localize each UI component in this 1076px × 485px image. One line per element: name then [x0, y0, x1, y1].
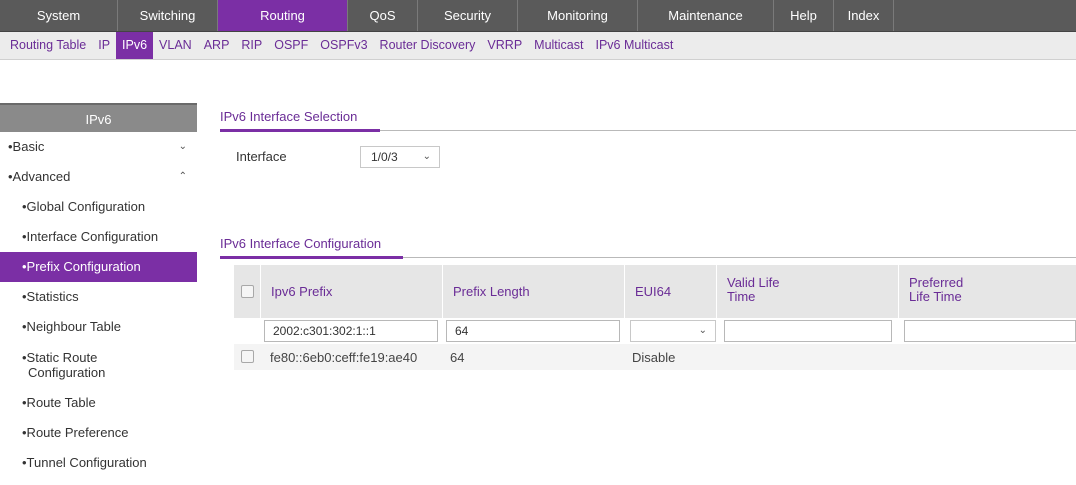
subnav-ipv6-multicast[interactable]: IPv6 Multicast: [589, 32, 679, 59]
subnav-rip[interactable]: RIP: [235, 32, 268, 59]
interface-select[interactable]: 1/0/3 ⌄: [360, 146, 440, 168]
sidebar-item-statistics[interactable]: •Statistics: [0, 282, 197, 312]
subnav-ospf[interactable]: OSPF: [268, 32, 314, 59]
prefix-length-input[interactable]: [446, 320, 620, 342]
sidebar-item-basic[interactable]: •Basic ⌄: [0, 132, 197, 162]
chevron-up-icon: ⌃: [178, 171, 187, 182]
header-eui64: EUI64: [624, 265, 716, 318]
header-label: Ipv6 Prefix: [271, 284, 333, 299]
subnav-router-discovery[interactable]: Router Discovery: [374, 32, 482, 59]
chevron-down-icon: ⌄: [422, 151, 431, 162]
nav-qos[interactable]: QoS: [348, 0, 418, 31]
eui64-select[interactable]: ⌄: [630, 320, 716, 342]
sidebar-item-global-configuration[interactable]: •Global Configuration: [0, 192, 197, 222]
nav-switching[interactable]: Switching: [118, 0, 218, 31]
interface-selection-title: IPv6 Interface Selection: [220, 109, 358, 124]
header-select-cell: [234, 265, 260, 318]
section-accent-bar: [220, 129, 380, 132]
subnav-ip[interactable]: IP: [92, 32, 116, 59]
sidebar-item-label: •Basic: [8, 139, 45, 154]
interface-label: Interface: [236, 149, 287, 164]
sidebar: IPv6 •Basic ⌄ •Advanced ⌃ •Global Config…: [0, 103, 197, 478]
subnav-ospfv3[interactable]: OSPFv3: [314, 32, 373, 59]
header-label-line1: Preferred: [909, 275, 964, 290]
subnav-vrrp[interactable]: VRRP: [481, 32, 528, 59]
header-label-line1: Valid Life: [727, 275, 780, 290]
nav-system[interactable]: System: [0, 0, 118, 31]
sidebar-item-label: •Static Route: [22, 350, 98, 365]
valid-life-time-input[interactable]: [724, 320, 892, 342]
select-all-checkbox[interactable]: [241, 285, 254, 298]
subnav-multicast[interactable]: Multicast: [528, 32, 589, 59]
nav-help[interactable]: Help: [774, 0, 834, 31]
header-label: Prefix Length: [453, 284, 530, 299]
interface-configuration-rule: [220, 256, 1076, 259]
sidebar-item-route-table[interactable]: •Route Table: [0, 388, 197, 418]
header-preferred-life-time: Preferred Life Time: [898, 265, 1076, 318]
header-label: Valid Life Time: [727, 276, 780, 304]
nav-routing[interactable]: Routing: [218, 0, 348, 31]
edit-row: ⌄: [234, 318, 1076, 344]
sidebar-item-prefix-configuration[interactable]: •Prefix Configuration: [0, 252, 197, 282]
subnav-vlan[interactable]: VLAN: [153, 32, 198, 59]
nav-maintenance[interactable]: Maintenance: [638, 0, 774, 31]
row-eui64: Disable: [632, 350, 676, 365]
header-ipv6-prefix: Ipv6 Prefix: [260, 265, 442, 318]
subnav-ipv6[interactable]: IPv6: [116, 32, 154, 59]
table-header: Ipv6 Prefix Prefix Length EUI64 Valid Li…: [234, 265, 1076, 318]
nav-index[interactable]: Index: [834, 0, 894, 31]
header-label: Preferred Life Time: [909, 276, 963, 304]
header-prefix-length: Prefix Length: [442, 265, 624, 318]
interface-selection-rule: [220, 129, 1076, 132]
row-checkbox[interactable]: [241, 350, 254, 363]
header-valid-life-time: Valid Life Time: [716, 265, 898, 318]
nav-monitoring[interactable]: Monitoring: [518, 0, 638, 31]
ipv6-prefix-input[interactable]: [264, 320, 438, 342]
header-label: EUI64: [635, 284, 672, 299]
sidebar-item-tunnel-configuration[interactable]: •Tunnel Configuration: [0, 448, 197, 478]
interface-configuration-title: IPv6 Interface Configuration: [220, 236, 382, 251]
sidebar-item-label-line2: Configuration: [28, 365, 106, 380]
top-nav: System Switching Routing QoS Security Mo…: [0, 0, 1076, 32]
sidebar-item-interface-configuration[interactable]: •Interface Configuration: [0, 222, 197, 252]
header-label-line2: Life Time: [909, 289, 962, 304]
interface-select-value: 1/0/3: [371, 150, 398, 164]
subnav-arp[interactable]: ARP: [198, 32, 236, 59]
sidebar-item-static-route-configuration[interactable]: •Static Route Configuration: [0, 342, 197, 388]
chevron-down-icon: ⌄: [178, 141, 187, 152]
row-ipv6-prefix: fe80::6eb0:ceff:fe19:ae40: [270, 350, 418, 365]
nav-security[interactable]: Security: [418, 0, 518, 31]
preferred-life-time-input[interactable]: [904, 320, 1076, 342]
subnav-routing-table[interactable]: Routing Table: [0, 32, 92, 59]
sidebar-header: IPv6: [0, 103, 197, 132]
sidebar-item-route-preference[interactable]: •Route Preference: [0, 418, 197, 448]
sidebar-item-label: •Advanced: [8, 169, 71, 184]
row-prefix-length: 64: [450, 350, 465, 365]
sidebar-item-advanced[interactable]: •Advanced ⌃: [0, 162, 197, 192]
section-accent-bar: [220, 256, 403, 259]
sub-nav: Routing Table IP IPv6 VLAN ARP RIP OSPF …: [0, 32, 1076, 60]
chevron-down-icon: ⌄: [698, 325, 707, 336]
table-row: fe80::6eb0:ceff:fe19:ae40 64 Disable: [234, 344, 1076, 370]
sidebar-item-neighbour-table[interactable]: •Neighbour Table: [0, 312, 197, 342]
header-label-line2: Time: [727, 289, 756, 304]
